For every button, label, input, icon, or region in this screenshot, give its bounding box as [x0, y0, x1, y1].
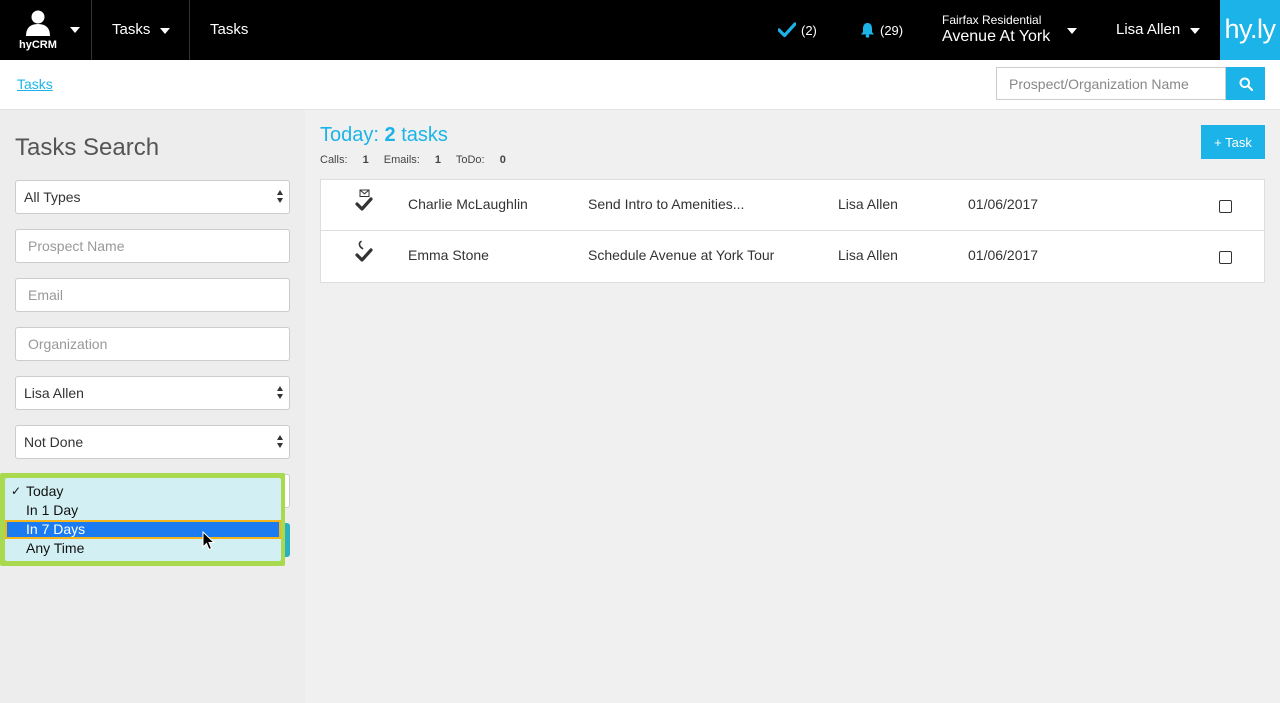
property-name: Avenue At York [942, 28, 1051, 45]
todo-value: 0 [499, 154, 506, 166]
prospect-name-placeholder: Prospect Name [28, 238, 125, 254]
task-prospect-name[interactable]: Emma Stone [408, 247, 489, 263]
calls-value: 1 [362, 154, 369, 166]
prospect-name-input[interactable]: Prospect Name [15, 229, 290, 263]
task-owner: Lisa Allen [838, 196, 898, 212]
status-select-value: Not Done [24, 434, 84, 450]
sidebar-title: Tasks Search [15, 134, 160, 161]
select-arrows-icon [277, 190, 284, 204]
select-arrows-icon [277, 435, 284, 449]
chevron-down-icon [1190, 28, 1200, 34]
chevron-down-icon [70, 27, 80, 33]
search-button[interactable] [1226, 67, 1265, 100]
tasks-table: Charlie McLaughlin Send Intro to Ameniti… [320, 179, 1265, 283]
notifications-count: (29) [880, 22, 904, 38]
date-option-label: Today [26, 483, 64, 499]
todo-count: ToDo: 0 [456, 154, 506, 166]
breadcrumb-tasks[interactable]: Tasks [17, 76, 53, 92]
task-owner: Lisa Allen [838, 247, 898, 263]
tasks-search-sidebar: Tasks Search All Types Prospect Name Ema… [0, 110, 305, 703]
task-date: 01/06/2017 [968, 247, 1039, 263]
task-row[interactable]: Emma Stone Schedule Avenue at York Tour … [321, 231, 1264, 282]
brand-label: hyCRM [19, 39, 57, 51]
heading-count: 2 [384, 124, 396, 146]
date-option-today[interactable]: ✓ Today [5, 482, 281, 501]
heading-prefix: Today: [320, 124, 379, 146]
bell-icon [861, 23, 874, 38]
tasks-indicator[interactable]: (2) [778, 20, 817, 40]
emails-count: Emails: 1 [384, 154, 441, 166]
select-arrows-icon [277, 386, 284, 400]
company-label: Fairfax Residential [942, 13, 1042, 27]
tasks-menu-label: Tasks [112, 21, 151, 38]
todo-label: ToDo: [455, 154, 485, 166]
task-row[interactable]: Charlie McLaughlin Send Intro to Ameniti… [321, 180, 1264, 231]
hyly-logo[interactable]: hy.ly [1220, 0, 1280, 60]
property-switcher[interactable]: Fairfax Residential Avenue At York [942, 13, 1050, 46]
user-icon [26, 10, 50, 36]
date-option-label: Any Time [26, 540, 85, 556]
heading-suffix: tasks [401, 124, 448, 146]
status-select[interactable]: Not Done [15, 425, 290, 459]
tasks-count: (2) [801, 22, 817, 38]
emails-value: 1 [434, 154, 442, 166]
organization-input[interactable]: Organization [15, 327, 290, 361]
search-icon [1239, 77, 1253, 91]
email-check-icon [355, 189, 373, 211]
task-done-checkbox[interactable] [1219, 200, 1232, 213]
page-title: Tasks [210, 21, 249, 38]
task-date: 01/06/2017 [968, 196, 1039, 212]
calls-label: Calls: [320, 154, 348, 166]
task-done-checkbox[interactable] [1219, 251, 1232, 264]
date-option-7-days[interactable]: In 7 Days [5, 520, 281, 539]
organization-placeholder: Organization [28, 336, 108, 352]
mouse-cursor-icon [202, 531, 216, 551]
phone-check-icon [355, 240, 373, 262]
date-dropdown-highlight: ✓ Today In 1 Day In 7 Days Any Time [0, 473, 285, 566]
date-option-1-day[interactable]: In 1 Day [5, 501, 281, 520]
date-option-label: In 7 Days [26, 521, 86, 537]
checkmark-icon [778, 22, 796, 38]
tasks-heading: Today: 2 tasks [320, 124, 448, 147]
task-subject[interactable]: Send Intro to Amenities... [588, 196, 744, 212]
type-select-value: All Types [24, 189, 81, 205]
chevron-down-icon [1067, 28, 1077, 34]
tasks-menu[interactable]: Tasks [92, 0, 190, 60]
email-input[interactable]: Email [15, 278, 290, 312]
chevron-down-icon [160, 28, 170, 34]
owner-select[interactable]: Lisa Allen [15, 376, 290, 410]
date-option-label: In 1 Day [26, 502, 79, 518]
type-select[interactable]: All Types [15, 180, 290, 214]
user-menu[interactable]: Lisa Allen [1116, 21, 1180, 38]
top-navbar: hyCRM Tasks Tasks (2) (29) Fairfax Resid… [0, 0, 1280, 60]
calls-count: Calls: 1 [320, 154, 369, 166]
add-task-button[interactable]: + Task [1201, 125, 1265, 159]
notifications-indicator[interactable]: (29) [860, 20, 903, 40]
checkmark-icon: ✓ [11, 484, 22, 498]
task-type-counts: Calls: 1 Emails: 1 ToDo: 0 [320, 154, 518, 166]
date-option-any-time[interactable]: Any Time [5, 539, 281, 558]
breadcrumb-bar: Tasks [0, 60, 1280, 110]
date-dropdown-menu: ✓ Today In 1 Day In 7 Days Any Time [5, 478, 281, 561]
email-placeholder: Email [28, 287, 64, 303]
task-subject[interactable]: Schedule Avenue at York Tour [588, 247, 774, 263]
task-prospect-name[interactable]: Charlie McLaughlin [408, 196, 528, 212]
prospect-search-input[interactable] [996, 67, 1226, 100]
emails-label: Emails: [383, 154, 420, 166]
owner-select-value: Lisa Allen [24, 385, 84, 401]
brand-menu[interactable]: hyCRM [0, 0, 92, 60]
